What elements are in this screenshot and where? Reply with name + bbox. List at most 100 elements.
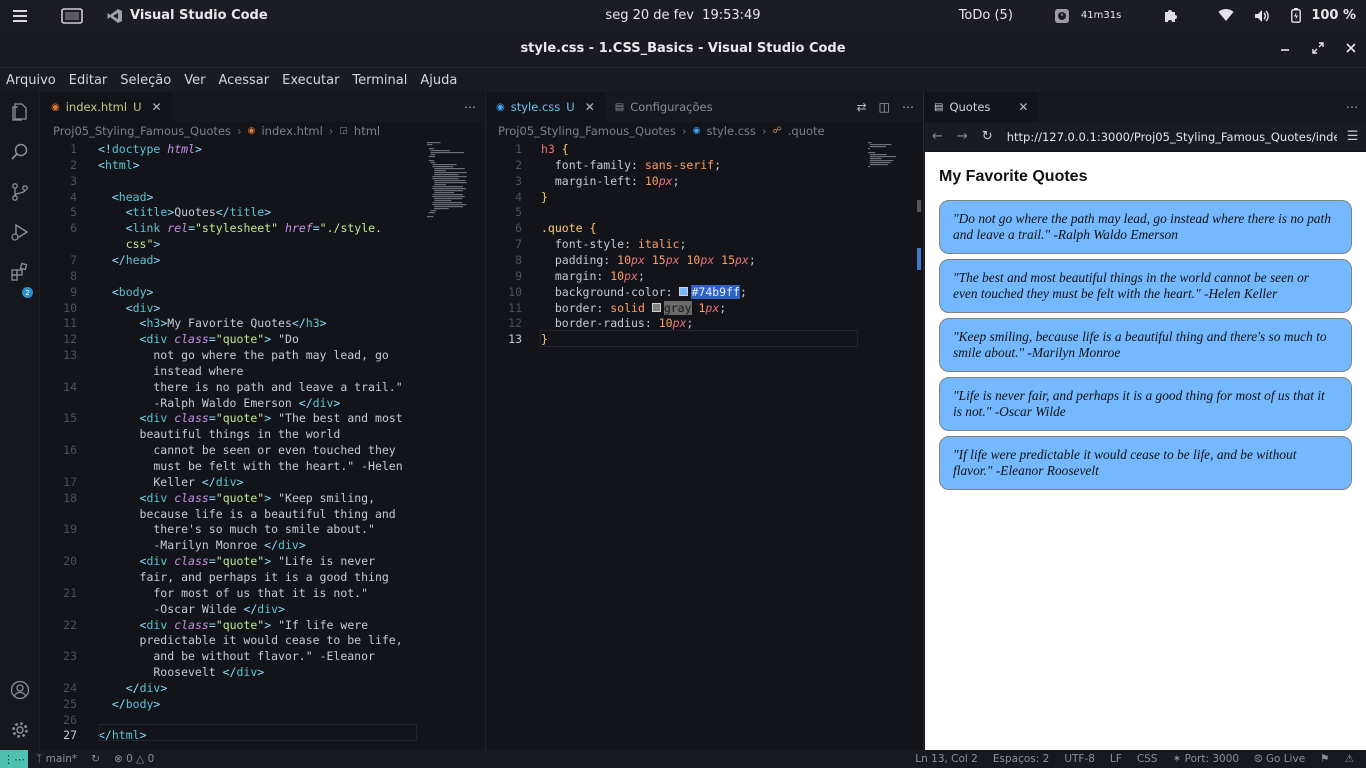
more-actions-icon[interactable]: ⋯ xyxy=(1346,100,1358,114)
line-number[interactable]: 8 xyxy=(41,269,77,283)
code-line[interactable]: instead where xyxy=(98,364,243,378)
breadcrumb-file[interactable]: index.html xyxy=(261,124,322,138)
line-number[interactable]: 9 xyxy=(486,269,522,283)
split-editor-icon[interactable]: ◫ xyxy=(879,100,890,114)
breadcrumb-folder[interactable]: Proj05_Styling_Famous_Quotes xyxy=(53,124,231,138)
code-line[interactable]: fair, and perhaps it is a good thing xyxy=(98,570,389,584)
reload-icon[interactable]: ↻ xyxy=(982,129,993,144)
close-window-icon[interactable] xyxy=(1346,42,1356,57)
minimap[interactable] xyxy=(425,140,473,220)
line-number[interactable]: 14 xyxy=(41,380,77,394)
code-line[interactable]: padding: 10px 15px 10px 15px; xyxy=(541,253,756,267)
extensions-icon[interactable] xyxy=(8,260,32,284)
code-line[interactable]: -Marilyn Monroe </div> xyxy=(98,538,305,552)
tab-style-css[interactable]: ◉ style.css U ✕ xyxy=(486,92,605,122)
end-of-line[interactable]: LF xyxy=(1110,753,1122,765)
line-number[interactable]: 13 xyxy=(486,332,522,346)
account-icon[interactable] xyxy=(8,678,32,702)
code-line[interactable]: cannot be seen or even touched they xyxy=(98,443,395,457)
tab-quotes-preview[interactable]: ▤ Quotes ✕ xyxy=(924,92,1039,122)
run-debug-icon[interactable] xyxy=(8,220,32,244)
line-number[interactable]: 1 xyxy=(486,142,522,156)
more-actions-icon[interactable]: ⋯ xyxy=(902,100,914,114)
clock[interactable]: seg 20 de fev 19:53:49 xyxy=(605,8,760,23)
code-line[interactable]: <div class="quote"> "Do xyxy=(98,332,299,346)
minimize-icon[interactable] xyxy=(1280,42,1290,57)
problems-indicator[interactable]: ⊗ 0 △ 0 xyxy=(114,753,154,765)
code-editor-css[interactable]: 1 h3 {2 font-family: sans-serif; 3 margin-… xyxy=(486,140,922,750)
line-number[interactable]: 11 xyxy=(41,316,77,330)
code-line[interactable]: </div> xyxy=(98,681,168,695)
code-line[interactable]: because life is a beautiful thing and xyxy=(98,507,396,521)
code-line[interactable]: not go where the path may lead, go xyxy=(98,348,388,362)
code-line[interactable]: border: solid gray 1px; xyxy=(541,300,726,315)
code-line[interactable]: border-radius: 10px; xyxy=(541,316,694,330)
tab-index-html[interactable]: ◉ index.html U ✕ xyxy=(41,92,172,122)
search-icon[interactable] xyxy=(8,140,32,164)
breadcrumb-symbol[interactable]: .quote xyxy=(788,124,825,138)
source-control-icon[interactable] xyxy=(8,180,32,204)
code-line[interactable]: <body> xyxy=(98,285,154,299)
live-server-port[interactable]: ✶ Port: 3000 xyxy=(1172,753,1239,765)
close-tab-icon[interactable]: ✕ xyxy=(1018,100,1028,114)
workspaces-icon[interactable] xyxy=(60,6,84,26)
restore-icon[interactable] xyxy=(1312,41,1324,58)
line-number[interactable]: 26 xyxy=(41,713,77,727)
menu-icon[interactable]: ☰ xyxy=(1347,129,1359,144)
line-number[interactable]: 16 xyxy=(41,443,77,457)
code-line[interactable]: } xyxy=(541,190,548,204)
code-line[interactable]: Roosevelt </div> xyxy=(98,665,264,679)
timer-icon[interactable] xyxy=(1053,7,1071,25)
code-line[interactable]: margin-left: 10px; xyxy=(541,174,680,188)
code-line[interactable]: font-style: italic; xyxy=(541,237,687,251)
url-input[interactable]: http://127.0.0.1:3000/Proj05_Styling_Fam… xyxy=(1007,130,1337,144)
active-app-name[interactable]: Visual Studio Code xyxy=(130,8,268,23)
line-number[interactable]: 2 xyxy=(486,158,522,172)
color-swatch[interactable] xyxy=(679,286,689,296)
code-line[interactable]: margin: 10px; xyxy=(541,269,645,283)
line-number[interactable]: 3 xyxy=(486,174,522,188)
sync-icon[interactable]: ↻ xyxy=(91,753,100,765)
line-number[interactable]: 9 xyxy=(41,285,77,299)
line-number[interactable]: 12 xyxy=(486,316,522,330)
code-line[interactable]: -Ralph Waldo Emerson </div> xyxy=(98,396,340,410)
code-line[interactable]: <link rel="stylesheet" href="./style. xyxy=(98,221,382,235)
code-line[interactable]: -Oscar Wilde </div> xyxy=(98,602,285,616)
close-tab-icon[interactable]: ✕ xyxy=(151,100,161,114)
line-number[interactable]: 5 xyxy=(41,205,77,219)
code-line[interactable]: <div class="quote"> "Keep smiling, xyxy=(98,491,375,505)
compare-changes-icon[interactable]: ⇄ xyxy=(857,100,867,114)
line-number[interactable]: 25 xyxy=(41,697,77,711)
line-number[interactable]: 2 xyxy=(41,158,77,172)
code-line[interactable]: there is no path and leave a trail." xyxy=(98,380,402,394)
code-line[interactable]: for most of us that it is not." xyxy=(98,586,368,600)
line-number[interactable]: 11 xyxy=(486,301,522,315)
breadcrumb-symbol[interactable]: html xyxy=(354,124,380,138)
line-number[interactable]: 10 xyxy=(41,301,77,315)
code-line[interactable]: must be felt with the heart." -Helen xyxy=(98,459,402,473)
line-number[interactable]: 15 xyxy=(41,411,77,425)
code-line[interactable]: <html> xyxy=(98,158,140,172)
code-line[interactable]: <div> xyxy=(98,301,161,315)
line-number[interactable]: 24 xyxy=(41,681,77,695)
branch-indicator[interactable]: ᛉ main* xyxy=(36,753,77,765)
code-line[interactable]: </body> xyxy=(98,697,161,711)
extensions-puzzle-icon[interactable] xyxy=(1161,7,1179,25)
feedback-icon[interactable]: ⚑ xyxy=(1320,753,1329,765)
breadcrumb-file[interactable]: style.css xyxy=(706,124,756,138)
line-number[interactable]: 7 xyxy=(41,253,77,267)
menu-acessar[interactable]: Acessar xyxy=(218,73,269,88)
line-number[interactable]: 19 xyxy=(41,522,77,536)
line-number[interactable]: 4 xyxy=(486,190,522,204)
tab-settings[interactable]: ▤ Configurações xyxy=(604,92,723,122)
code-line[interactable]: h3 { xyxy=(541,142,569,156)
code-line[interactable]: <head> xyxy=(98,190,154,204)
line-number[interactable]: 6 xyxy=(486,221,522,235)
code-line[interactable]: beautiful things in the world xyxy=(98,427,341,441)
code-line[interactable]: <!doctype html> xyxy=(98,142,202,156)
remote-icon[interactable]: ⋮⋯ xyxy=(0,750,28,768)
menu-executar[interactable]: Executar xyxy=(282,73,339,88)
code-line[interactable]: .quote { xyxy=(541,221,596,235)
line-number[interactable]: 18 xyxy=(41,491,77,505)
code-line[interactable]: <h3>My Favorite Quotes</h3> xyxy=(98,316,327,330)
